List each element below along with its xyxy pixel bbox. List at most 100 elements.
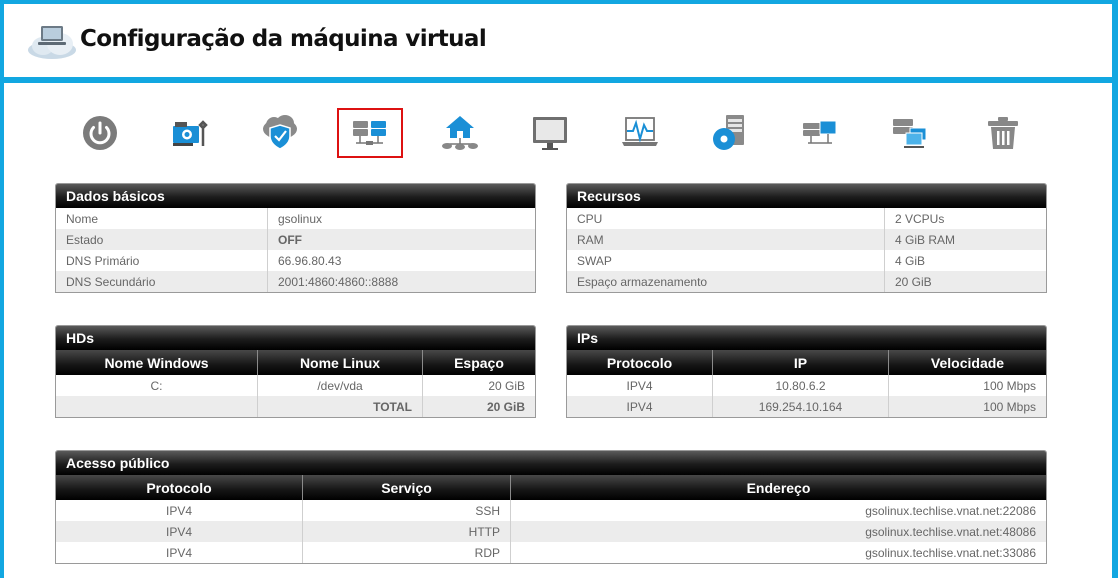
column-header: Protocolo xyxy=(56,475,303,500)
cell: gsolinux.techlise.vnat.net:48086 xyxy=(510,521,1046,542)
status-value: OFF xyxy=(267,229,535,250)
row-value: 4 GiB RAM xyxy=(884,229,1046,250)
column-header: Protocolo xyxy=(567,350,713,375)
cell: IPV4 xyxy=(56,521,303,542)
row-value: 20 GiB xyxy=(884,271,1046,292)
table-header-row: Protocolo Serviço Endereço xyxy=(56,475,1046,500)
table-row: IPV4 169.254.10.164 100 Mbps xyxy=(567,396,1046,417)
ips-panel: IPs Protocolo IP Velocidade IPV4 10.80.6… xyxy=(566,325,1047,418)
page-title: Configuração da máquina virtual xyxy=(80,26,487,52)
row-label: DNS Primário xyxy=(56,250,268,271)
disk-install-icon xyxy=(713,115,744,150)
ips-table: Protocolo IP Velocidade IPV4 10.80.6.2 1… xyxy=(567,350,1046,417)
table-header-row: Protocolo IP Velocidade xyxy=(567,350,1046,375)
table-row: IPV4 10.80.6.2 100 Mbps xyxy=(567,375,1046,396)
row-label: DNS Secundário xyxy=(56,271,268,292)
console-button[interactable] xyxy=(517,108,583,158)
total-row: TOTAL 20 GiB xyxy=(56,396,535,417)
resources-table: CPU 2 VCPUs RAM 4 GiB RAM SWAP 4 GiB Esp… xyxy=(567,208,1046,292)
column-header: Endereço xyxy=(510,475,1046,500)
delete-button[interactable] xyxy=(970,108,1036,158)
network-card-icon xyxy=(173,120,208,146)
public-access-panel: Acesso público Protocolo Serviço Endereç… xyxy=(55,450,1047,564)
cell xyxy=(56,396,258,417)
server-screens-button[interactable] xyxy=(877,108,943,158)
table-header-row: Nome Windows Nome Linux Espaço xyxy=(56,350,535,375)
cell: SSH xyxy=(302,500,511,521)
hds-table: Nome Windows Nome Linux Espaço C: /dev/v… xyxy=(56,350,535,417)
resources-title: Recursos xyxy=(567,184,1046,208)
table-row: DNS Secundário 2001:4860:4860::8888 xyxy=(56,271,535,292)
row-value: 2001:4860:4860::8888 xyxy=(267,271,535,292)
row-value: gsolinux xyxy=(278,211,323,226)
storage-button[interactable] xyxy=(337,108,403,158)
network-transfer-button[interactable] xyxy=(787,108,853,158)
table-row: SWAP 4 GiB xyxy=(567,250,1046,271)
total-label: TOTAL xyxy=(257,396,423,417)
cell: 20 GiB xyxy=(488,378,525,393)
row-label: RAM xyxy=(567,229,885,250)
cell: HTTP xyxy=(302,521,511,542)
cell: gsolinux.techlise.vnat.net:22086 xyxy=(865,503,1036,518)
trash-icon xyxy=(988,117,1018,149)
table-row: RAM 4 GiB RAM xyxy=(567,229,1046,250)
cloud-shield-icon xyxy=(263,115,297,150)
cell: 100 Mbps xyxy=(888,396,1046,417)
column-header: Serviço xyxy=(302,475,511,500)
column-header: Velocidade xyxy=(888,350,1046,375)
cell: IPV4 xyxy=(567,396,713,417)
row-value: 4 GiB xyxy=(895,253,926,268)
table-row: Espaço armazenamento 20 GiB xyxy=(567,271,1046,292)
security-button[interactable] xyxy=(247,108,313,158)
public-access-title: Acesso público xyxy=(56,451,1046,475)
cell: IPV4 xyxy=(56,542,303,563)
network-monitor-icon xyxy=(622,117,658,146)
power-icon xyxy=(83,116,117,150)
total-value: 20 GiB xyxy=(422,396,535,417)
cell: 169.254.10.164 xyxy=(712,396,889,417)
table-row: IPV4 HTTP gsolinux.techlise.vnat.net:480… xyxy=(56,521,1046,542)
cloud-computer-icon xyxy=(28,26,76,59)
row-label: Estado xyxy=(56,229,268,250)
cell: 100 Mbps xyxy=(983,378,1036,393)
cell: /dev/vda xyxy=(257,375,423,396)
monitoring-button[interactable] xyxy=(607,108,673,158)
basic-data-panel: Dados básicos Nome gsolinux Estado OFF D… xyxy=(55,183,536,293)
table-row: DNS Primário 66.96.80.43 xyxy=(56,250,535,271)
row-label: CPU xyxy=(567,208,885,229)
table-row: C: /dev/vda 20 GiB xyxy=(56,375,535,396)
cell: C: xyxy=(56,375,258,396)
monitor-icon xyxy=(533,117,567,150)
network-transfer-icon xyxy=(803,120,837,144)
hds-panel: HDs Nome Windows Nome Linux Espaço C: /d… xyxy=(55,325,536,418)
install-media-button[interactable] xyxy=(697,108,763,158)
row-value: 66.96.80.43 xyxy=(278,253,342,268)
table-row: IPV4 SSH gsolinux.techlise.vnat.net:2208… xyxy=(56,500,1046,521)
basic-data-table: Nome gsolinux Estado OFF DNS Primário 66… xyxy=(56,208,535,292)
table-row: Nome gsolinux xyxy=(56,208,535,229)
basic-data-title: Dados básicos xyxy=(56,184,535,208)
column-header: IP xyxy=(712,350,889,375)
cell: IPV4 xyxy=(567,375,713,396)
storage-drives-icon xyxy=(353,121,386,145)
cell: gsolinux.techlise.vnat.net:33086 xyxy=(865,545,1036,560)
table-row: IPV4 RDP gsolinux.techlise.vnat.net:3308… xyxy=(56,542,1046,563)
page-header: Configuração da máquina virtual xyxy=(4,4,1112,77)
resources-panel: Recursos CPU 2 VCPUs RAM 4 GiB RAM SWAP … xyxy=(566,183,1047,293)
home-network-button[interactable] xyxy=(427,108,493,158)
home-network-icon xyxy=(442,116,478,150)
table-row: Estado OFF xyxy=(56,229,535,250)
content-area: Dados básicos Nome gsolinux Estado OFF D… xyxy=(4,83,1112,578)
server-screens-icon xyxy=(893,119,927,148)
row-value: 2 VCPUs xyxy=(895,211,945,226)
power-button[interactable] xyxy=(67,108,133,158)
column-header: Nome Linux xyxy=(257,350,423,375)
cell: 10.80.6.2 xyxy=(712,375,889,396)
network-card-button[interactable] xyxy=(157,108,223,158)
hds-title: HDs xyxy=(56,326,535,350)
ips-title: IPs xyxy=(567,326,1046,350)
row-label: Nome xyxy=(56,208,268,229)
public-access-table: Protocolo Serviço Endereço IPV4 SSH gsol… xyxy=(56,475,1046,563)
column-header: Espaço xyxy=(422,350,535,375)
table-row: CPU 2 VCPUs xyxy=(567,208,1046,229)
